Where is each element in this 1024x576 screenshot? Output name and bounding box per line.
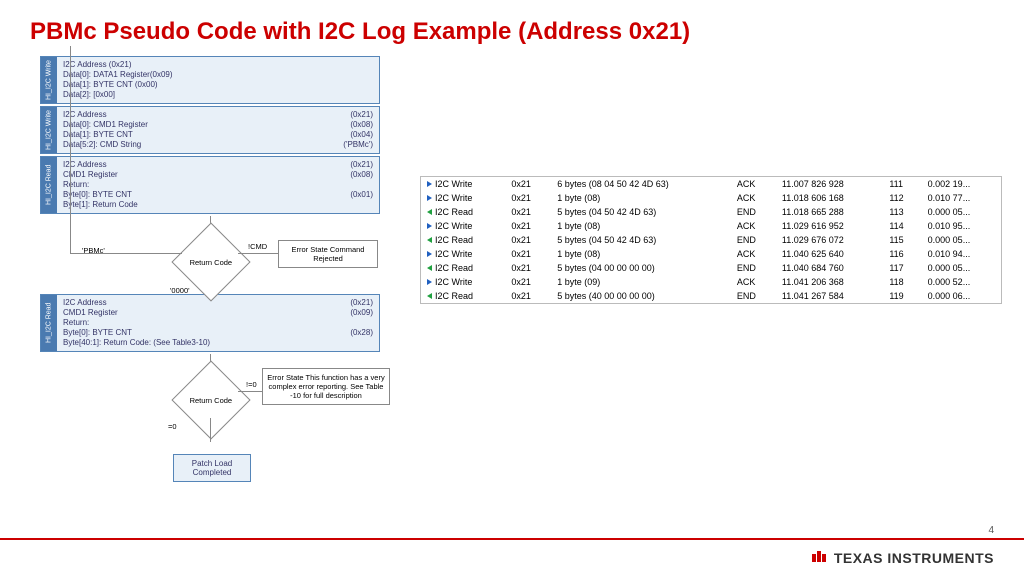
arrow-right-icon [427, 251, 432, 257]
flow-block: HI_I2C WriteI2C Address (0x21)Data[0]: D… [40, 56, 380, 104]
arrow-left-icon [427, 209, 432, 215]
log-row: I2C Read0x215 bytes (04 50 42 4D 63)END1… [421, 233, 1001, 247]
flow-block: HI_I2C WriteI2C Address(0x21)Data[0]: CM… [40, 106, 380, 154]
block-tab: HI_I2C Write [41, 107, 57, 153]
branch-label-0000: '0000' [170, 286, 190, 295]
block-body: I2C Address(0x21)CMD1 Register(0x09)Retu… [57, 295, 379, 351]
block-tab: HI_I2C Read [41, 157, 57, 213]
arrow-right-icon [427, 223, 432, 229]
branch-label-not-zero: !=0 [246, 380, 257, 389]
error-state-command-rejected: Error State Command Rejected [278, 240, 378, 268]
page-number: 4 [988, 525, 994, 536]
arrow-left-icon [427, 265, 432, 271]
log-row: I2C Read0x215 bytes (04 00 00 00 00)END1… [421, 261, 1001, 275]
block-body: I2C Address(0x21)CMD1 Register(0x08)Retu… [57, 157, 379, 213]
log-row: I2C Read0x215 bytes (04 50 42 4D 63)END1… [421, 205, 1001, 219]
arrow-right-icon [427, 181, 432, 187]
block-body: I2C Address(0x21)Data[0]: CMD1 Register(… [57, 107, 379, 153]
block-body: I2C Address (0x21)Data[0]: DATA1 Registe… [57, 57, 379, 103]
log-row: I2C Write0x211 byte (08)ACK11.029 616 95… [421, 219, 1001, 233]
arrow-left-icon [427, 293, 432, 299]
log-row: I2C Write0x211 byte (09)ACK11.041 206 36… [421, 275, 1001, 289]
branch-label-zero: =0 [168, 422, 177, 431]
log-row: I2C Write0x216 bytes (08 04 50 42 4D 63)… [421, 177, 1001, 191]
arrow-left-icon [427, 237, 432, 243]
flow-block: HI_I2C ReadI2C Address(0x21)CMD1 Registe… [40, 156, 380, 214]
i2c-log-table: I2C Write0x216 bytes (08 04 50 42 4D 63)… [420, 176, 1002, 304]
flowchart-diagram: HI_I2C WriteI2C Address (0x21)Data[0]: D… [40, 56, 380, 482]
log-row: I2C Write0x211 byte (08)ACK11.018 606 16… [421, 191, 1001, 205]
arrow-right-icon [427, 195, 432, 201]
patch-load-completed: Patch Load Completed [173, 454, 251, 482]
footer: TEXAS INSTRUMENTS [0, 538, 1024, 576]
arrow-right-icon [427, 279, 432, 285]
block-tab: HI_I2C Read [41, 295, 57, 351]
log-row: I2C Write0x211 byte (08)ACK11.040 625 64… [421, 247, 1001, 261]
flow-block: HI_I2C ReadI2C Address(0x21)CMD1 Registe… [40, 294, 380, 352]
ti-logo: TEXAS INSTRUMENTS [810, 548, 994, 569]
ti-logo-text: TEXAS INSTRUMENTS [834, 550, 994, 566]
branch-label-not-cmd: !CMD [248, 242, 267, 251]
page-title: PBMc Pseudo Code with I2C Log Example (A… [0, 0, 1024, 56]
ti-logo-icon [810, 548, 828, 569]
decision-return-code-2: Return Code [171, 360, 250, 439]
block-tab: HI_I2C Write [41, 57, 57, 103]
log-row: I2C Read0x215 bytes (40 00 00 00 00)END1… [421, 289, 1001, 303]
error-state-complex: Error State This function has a very com… [262, 368, 390, 405]
